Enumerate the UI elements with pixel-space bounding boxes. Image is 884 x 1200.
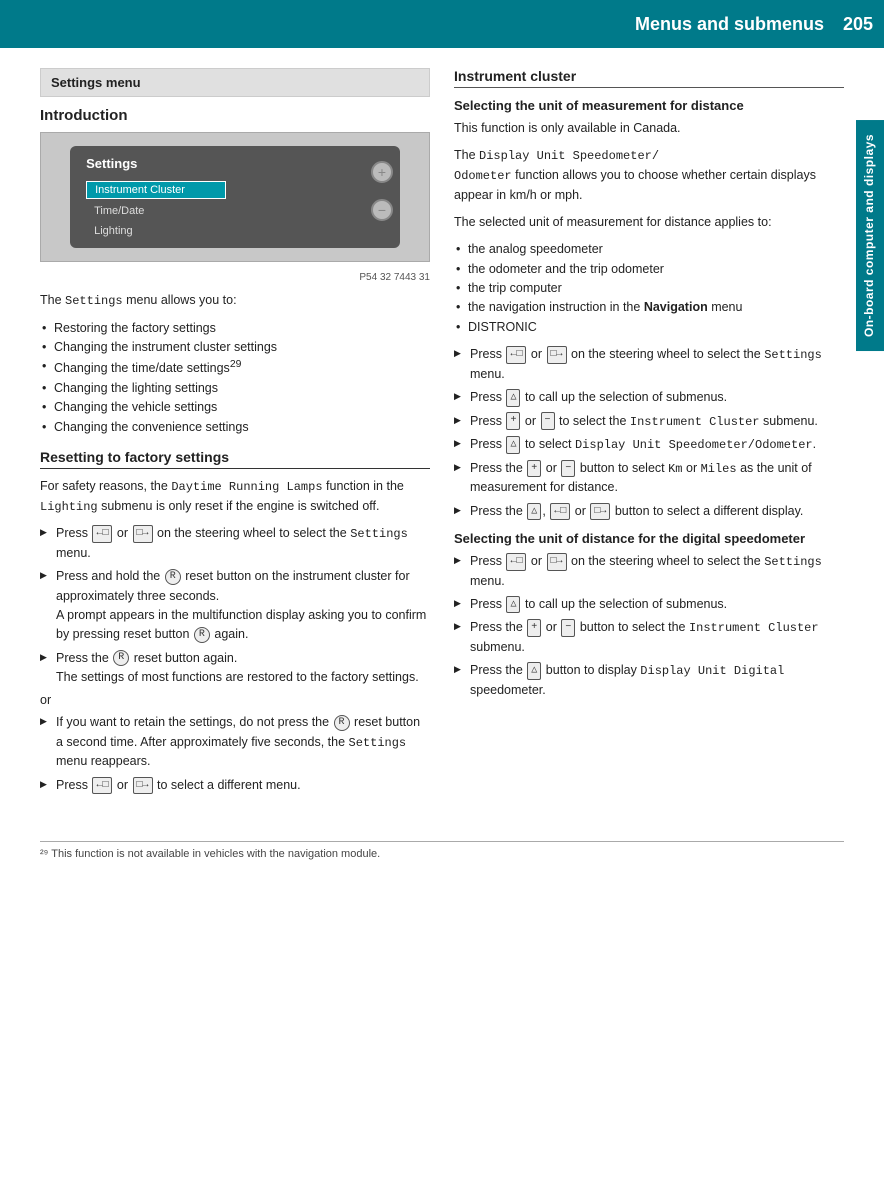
section1-body1: This function is only available in Canad…: [454, 119, 844, 138]
section1-step-6: Press the △, ←□ or □→ button to select a…: [454, 502, 844, 521]
intro-bullet-1: Restoring the factory settings: [40, 319, 430, 338]
section1-bullet-3: the trip computer: [454, 279, 844, 298]
resetting-step-3: Press the R reset button again. The sett…: [40, 649, 430, 688]
intro-bullet-2: Changing the instrument cluster settings: [40, 338, 430, 357]
dashboard-icons: + −: [371, 161, 393, 221]
page-wrapper: Menus and submenus 205 On-board computer…: [0, 0, 884, 1200]
btn-s1-minus1: −: [541, 412, 555, 430]
settings-menu-label: Settings menu: [51, 75, 141, 90]
section1-body2: The Display Unit Speedometer/Odometer fu…: [454, 146, 844, 205]
btn-left-1: ←□: [92, 525, 112, 543]
introduction-title: Introduction: [40, 107, 430, 124]
dashboard-inner: Settings Instrument Cluster Time/Date Li…: [70, 146, 400, 248]
dashboard-image: Settings Instrument Cluster Time/Date Li…: [40, 132, 430, 262]
dashboard-item-2: Time/Date: [86, 203, 226, 219]
intro-bullet-list: Restoring the factory settings Changing …: [40, 319, 430, 437]
section1-step-2: Press △ to call up the selection of subm…: [454, 388, 844, 407]
section1-step-3: Press + or − to select the Instrument Cl…: [454, 412, 844, 432]
dash-minus-icon: −: [371, 199, 393, 221]
section1-step-5: Press the + or − button to select Km or …: [454, 459, 844, 498]
btn-s1-tri1: △: [506, 389, 520, 407]
section2-steps: Press ←□ or □→ on the steering wheel to …: [454, 552, 844, 700]
footnote-text: ²⁹ This function is not available in veh…: [40, 848, 380, 860]
footnote: ²⁹ This function is not available in veh…: [40, 841, 844, 860]
btn-R-alt: R: [334, 715, 350, 731]
btn-left-alt: ←□: [92, 777, 112, 795]
btn-s1-minus2: −: [561, 460, 575, 478]
section1-title: Selecting the unit of measurement for di…: [454, 98, 844, 113]
resetting-step-2: Press and hold the R reset button on the…: [40, 567, 430, 645]
resetting-body1: For safety reasons, the Daytime Running …: [40, 477, 430, 516]
btn-s1-tri3: △: [527, 503, 541, 521]
section2-step-3: Press the + or − button to select the In…: [454, 618, 844, 657]
btn-s2-right: □→: [547, 553, 567, 571]
right-column: Instrument cluster Selecting the unit of…: [454, 68, 844, 801]
side-tab: On-board computer and displays: [856, 120, 884, 351]
section1-bullet-2: the odometer and the trip odometer: [454, 260, 844, 279]
btn-s2-plus: +: [527, 619, 541, 637]
resetting-step-1: Press ←□ or □→ on the steering wheel to …: [40, 524, 430, 563]
section2-step-4: Press the △ button to display Display Un…: [454, 661, 844, 700]
intro-text: The Settings menu allows you to:: [40, 291, 430, 311]
or-text: or: [40, 693, 430, 707]
btn-R-2: R: [194, 627, 210, 643]
resetting-heading: Resetting to factory settings: [40, 449, 430, 469]
content-area: Settings menu Introduction Settings Inst…: [0, 48, 884, 821]
section1-bullet-4: the navigation instruction in the Naviga…: [454, 298, 844, 317]
section1-bullet-5: DISTRONIC: [454, 318, 844, 337]
side-tab-label: On-board computer and displays: [862, 134, 876, 337]
resetting-alt-steps: If you want to retain the settings, do n…: [40, 713, 430, 795]
btn-right-1: □→: [133, 525, 153, 543]
resetting-alt-step-1: If you want to retain the settings, do n…: [40, 713, 430, 771]
section1-bullet-1: the analog speedometer: [454, 240, 844, 259]
section1-body3: The selected unit of measurement for dis…: [454, 213, 844, 232]
left-column: Settings menu Introduction Settings Inst…: [40, 68, 430, 801]
settings-monospace: Settings: [65, 294, 123, 308]
section1-step-1: Press ←□ or □→ on the steering wheel to …: [454, 345, 844, 384]
header-bar: Menus and submenus 205: [0, 0, 884, 48]
dash-plus-icon: +: [371, 161, 393, 183]
btn-s2-left: ←□: [506, 553, 526, 571]
btn-s2-tri1: △: [506, 596, 520, 614]
resetting-steps: Press ←□ or □→ on the steering wheel to …: [40, 524, 430, 687]
btn-R-3: R: [113, 650, 129, 666]
intro-bullet-3: Changing the time/date settings29: [40, 357, 430, 379]
intro-bullet-5: Changing the vehicle settings: [40, 398, 430, 417]
btn-s1-right: □→: [547, 346, 567, 364]
btn-right-alt: □→: [133, 777, 153, 795]
intro-bullet-6: Changing the convenience settings: [40, 418, 430, 437]
btn-s1-left2: ←□: [550, 503, 570, 521]
section2-step-1: Press ←□ or □→ on the steering wheel to …: [454, 552, 844, 591]
page-number-box: 205: [832, 0, 884, 48]
page-number: 205: [843, 14, 873, 35]
settings-menu-box: Settings menu: [40, 68, 430, 97]
dashboard-menu-title: Settings: [86, 156, 137, 171]
header-title: Menus and submenus: [635, 14, 824, 35]
dashboard-item-3: Lighting: [86, 223, 226, 239]
btn-s1-plus1: +: [506, 412, 520, 430]
btn-s1-left: ←□: [506, 346, 526, 364]
section2-title: Selecting the unit of distance for the d…: [454, 531, 844, 546]
intro-bullet-4: Changing the lighting settings: [40, 379, 430, 398]
btn-s1-right2: □→: [590, 503, 610, 521]
btn-s1-plus2: +: [527, 460, 541, 478]
section1-step-4: Press △ to select Display Unit Speedomet…: [454, 435, 844, 455]
dashboard-item-1: Instrument Cluster: [86, 181, 226, 199]
section1-steps: Press ←□ or □→ on the steering wheel to …: [454, 345, 844, 521]
btn-s1-tri2: △: [506, 436, 520, 454]
resetting-alt-step-2: Press ←□ or □→ to select a different men…: [40, 776, 430, 795]
section1-bullets: the analog speedometer the odometer and …: [454, 240, 844, 337]
btn-R-1: R: [165, 569, 181, 585]
btn-s2-minus: −: [561, 619, 575, 637]
section2-step-2: Press △ to call up the selection of subm…: [454, 595, 844, 614]
btn-s2-tri2: △: [527, 662, 541, 680]
instrument-cluster-title: Instrument cluster: [454, 68, 844, 88]
dashboard-caption: P54 32 7443 31: [40, 272, 430, 283]
